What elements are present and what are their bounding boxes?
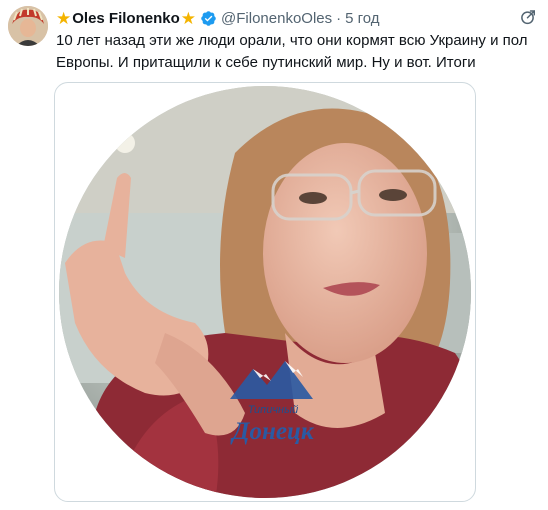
verified-badge-icon <box>201 10 216 26</box>
tweet-media-video[interactable]: Типичный Донецк <box>54 82 476 502</box>
author-handle[interactable]: @FilonenkoOles <box>221 10 332 27</box>
tweet-text: 10 лет назад эти же люди орали, что они … <box>56 32 528 71</box>
avatar[interactable] <box>8 6 48 46</box>
tweet[interactable]: ★ Oles Filonenko ★ @FilonenkoOles · 5 го… <box>0 0 548 510</box>
timestamp[interactable]: 5 год <box>345 10 379 27</box>
author-name[interactable]: Oles Filonenko <box>72 10 180 27</box>
star-emoji-icon: ★ <box>56 8 72 28</box>
video-thumbnail: Типичный Донецк <box>59 86 471 498</box>
separator-dot: · <box>336 9 342 27</box>
star-emoji-icon: ★ <box>180 8 197 28</box>
watermark-line2: Донецк <box>230 418 314 445</box>
tweet-header: ★ Oles Filonenko ★ @FilonenkoOles · 5 го… <box>56 8 380 28</box>
avatar-image <box>8 6 48 46</box>
watermark-line1: Типичный <box>248 404 299 416</box>
more-options-icon[interactable] <box>520 8 538 26</box>
